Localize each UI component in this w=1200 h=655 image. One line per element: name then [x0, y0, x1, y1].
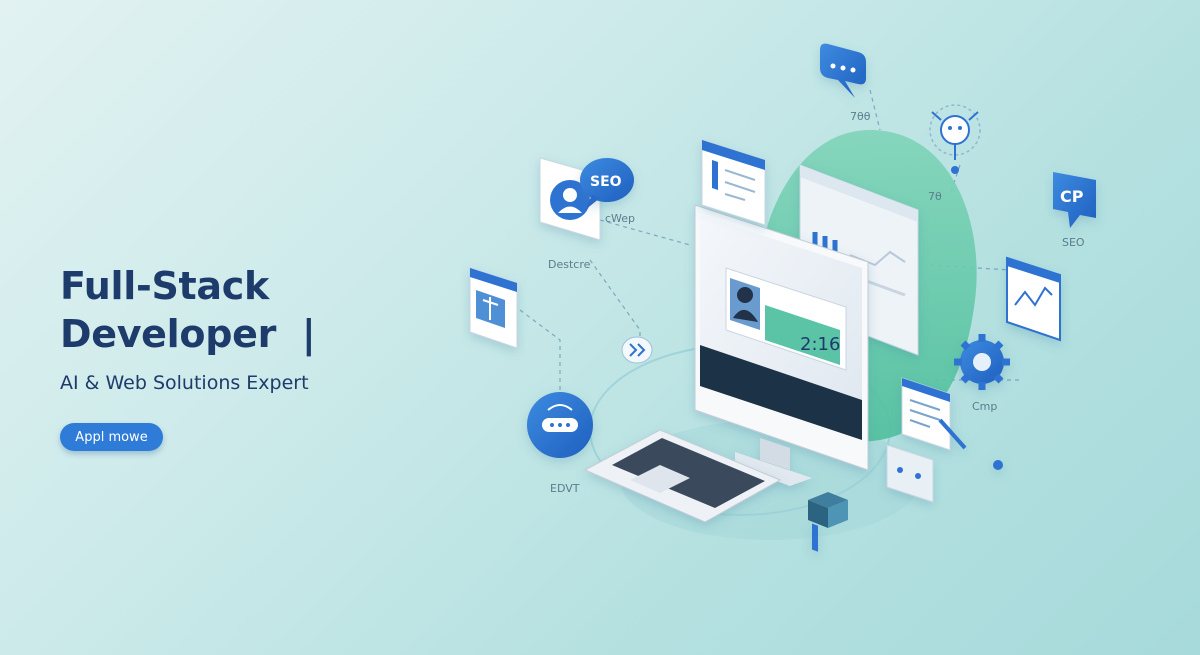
clock-time: 2:16: [800, 334, 840, 355]
seo-side-label: SEO: [1062, 236, 1085, 249]
router-badge-icon: [527, 392, 593, 458]
mini-window-icon: [469, 267, 518, 349]
cp-text: CP: [1060, 187, 1084, 206]
cp-bubble-icon: CP: [1053, 172, 1096, 228]
seo-text: SEO: [590, 174, 622, 190]
hero-illustration: 2:16 7θθ 7θ CP SEO Cmp SEO cWep Destcre …: [469, 43, 1096, 552]
cwep-label: cWep: [605, 212, 635, 225]
line-chart-icon: [1006, 256, 1061, 342]
value-top: 7θθ: [850, 110, 871, 123]
chevron-double-right-icon: [621, 336, 653, 364]
value-mid: 7θ: [928, 190, 942, 203]
chat-bubble-icon: [820, 43, 866, 98]
edit-label: EDVT: [550, 482, 580, 495]
desktop-label: Destcre: [548, 258, 591, 271]
cmp-label: Cmp: [972, 400, 997, 413]
